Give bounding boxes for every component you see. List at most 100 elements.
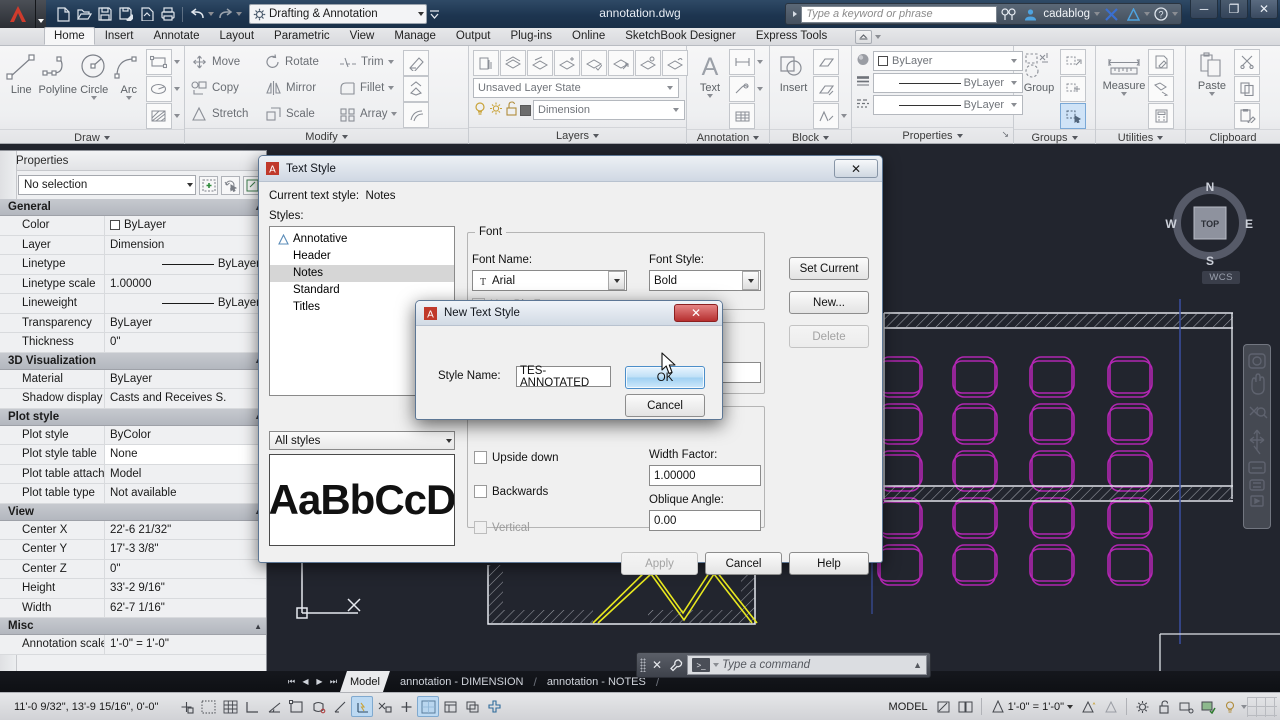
style-item-annotative[interactable]: Annotative (270, 231, 454, 248)
object-color-combo[interactable]: ByLayer (873, 51, 1023, 71)
property-value[interactable]: Model (105, 464, 266, 483)
snap-mode-icon[interactable] (197, 696, 219, 717)
ok-button[interactable]: OK (625, 366, 705, 389)
grid-display-icon[interactable] (219, 696, 241, 717)
status-bar-resize-grip[interactable] (1247, 696, 1277, 717)
annotation-text-button[interactable]: A Text (691, 49, 729, 98)
undo-icon[interactable] (187, 4, 207, 24)
current-layer-caret-icon[interactable] (669, 108, 682, 112)
tab-parametric[interactable]: Parametric (264, 27, 340, 45)
misc-collapse-icon[interactable]: ▲ (254, 622, 262, 631)
define-attribute-caret-icon[interactable] (841, 114, 847, 118)
property-row-thickness[interactable]: Thickness 0" (0, 333, 266, 353)
property-value[interactable]: 33'-2 9/16" (105, 579, 266, 598)
close-button[interactable]: ✕ (1250, 0, 1278, 19)
isolate-objects-icon[interactable] (1175, 696, 1197, 717)
panel-groups-caret-icon[interactable] (1071, 136, 1078, 140)
autodesk-360-icon[interactable] (1122, 4, 1144, 24)
edit-block-icon[interactable] (813, 76, 839, 102)
linetype-combo[interactable]: ByLayer (873, 95, 1023, 115)
modify-trim-button[interactable]: Trim (337, 50, 403, 74)
add-selected-icon[interactable] (1148, 76, 1174, 102)
property-row-linetype-scale[interactable]: Linetype scale 1.00000 (0, 274, 266, 294)
user-name[interactable]: cadablog (1041, 8, 1094, 20)
property-row-plot-style-table[interactable]: Plot style table None (0, 445, 266, 465)
erase-icon[interactable] (403, 50, 429, 76)
oblique-angle-input[interactable]: 0.00 (649, 510, 761, 531)
undo-caret[interactable] (208, 12, 214, 16)
draw-arc-caret-icon[interactable] (125, 96, 132, 100)
tab-annotate[interactable]: Annotate (143, 27, 209, 45)
panel-draw-caret-icon[interactable] (103, 136, 110, 140)
model-space-label[interactable]: MODEL (884, 701, 933, 713)
infocenter-expand-icon[interactable] (789, 11, 801, 17)
ungroup-icon[interactable] (1060, 49, 1086, 75)
panel-groups-title[interactable]: Groups (1014, 129, 1095, 146)
utilities-measure-caret-icon[interactable] (1121, 92, 1127, 96)
text-style-close-button[interactable]: ✕ (834, 159, 878, 178)
offset-icon[interactable] (403, 102, 429, 128)
property-row-layer[interactable]: Layer Dimension (0, 235, 266, 255)
layer-on-icon[interactable] (473, 101, 487, 119)
property-row-plot-table-type[interactable]: Plot table type Not available (0, 484, 266, 504)
new-text-style-titlebar[interactable]: A New Text Style ✕ (416, 301, 722, 326)
layout-viewport-icon[interactable] (955, 696, 977, 717)
plot-preview-icon[interactable] (137, 4, 157, 24)
command-input[interactable]: >_ Type a command ▲ (687, 655, 927, 675)
delete-style-button[interactable]: Delete (789, 325, 869, 348)
panel-modify-caret-icon[interactable] (341, 135, 348, 139)
draw-line-button[interactable]: Line (4, 49, 38, 96)
command-customize-icon[interactable] (668, 658, 684, 672)
object-snap-icon[interactable] (285, 696, 307, 717)
layer-make-current-icon[interactable] (581, 50, 607, 76)
tab-view[interactable]: View (340, 27, 385, 45)
panel-block-caret-icon[interactable] (822, 136, 829, 140)
redo-icon[interactable] (215, 4, 235, 24)
command-expand-icon[interactable]: ▲ (913, 660, 922, 670)
property-row-shadow-display[interactable]: Shadow display Casts and Receives S. (0, 389, 266, 409)
panel-utilities-caret-icon[interactable] (1157, 136, 1164, 140)
workspace-switcher[interactable]: Drafting & Annotation (249, 4, 427, 24)
property-value[interactable]: Dimension (105, 235, 266, 254)
wcs-label[interactable]: WCS (1202, 271, 1240, 284)
polar-tracking-icon[interactable] (263, 696, 285, 717)
clipboard-paste-button[interactable]: Paste (1190, 49, 1234, 96)
layer-state-caret-icon[interactable] (663, 86, 676, 90)
tab-output[interactable]: Output (446, 27, 501, 45)
tab-online[interactable]: Online (562, 27, 615, 45)
layer-state-combo[interactable]: Unsaved Layer State (473, 78, 679, 98)
dimension-caret-icon[interactable] (757, 60, 763, 64)
modify-array-caret-icon[interactable] (391, 112, 398, 116)
properties-dialog-launcher-icon[interactable]: ↘ (1001, 126, 1009, 142)
qat-overflow-icon[interactable] (427, 9, 441, 19)
transparency-icon[interactable] (417, 696, 439, 717)
property-row-color[interactable]: Color ByLayer (0, 216, 266, 236)
property-group-3d-visualization[interactable]: 3D Visualization ▲ (0, 352, 266, 370)
modify-scale-button[interactable]: Scale (263, 102, 337, 126)
quick-properties-icon[interactable] (439, 696, 461, 717)
layer-thaw-sun-icon[interactable] (489, 101, 503, 119)
annotation-scale-control[interactable]: 1'-0" = 1'-0" (986, 697, 1078, 717)
property-value[interactable]: ByLayer (105, 294, 266, 313)
save-as-icon[interactable] (116, 4, 136, 24)
search-icon[interactable] (997, 4, 1019, 24)
ellipse-caret-icon[interactable] (173, 87, 180, 91)
property-value[interactable]: ByLayer (105, 313, 266, 332)
style-item-header[interactable]: Header (270, 248, 454, 265)
command-line-grip-icon[interactable] (640, 658, 646, 672)
property-row-lineweight[interactable]: Lineweight ByLayer (0, 294, 266, 314)
property-value[interactable]: Not available (105, 484, 266, 503)
layer-isolate-icon[interactable] (500, 50, 526, 76)
layer-off-icon[interactable] (554, 50, 580, 76)
object-snap-tracking-icon[interactable] (329, 696, 351, 717)
property-group-plot-style[interactable]: Plot style ▲ (0, 408, 266, 426)
infer-constraints-icon[interactable] (175, 696, 197, 717)
panel-utilities-title[interactable]: Utilities (1096, 129, 1185, 146)
text-style-dialog-titlebar[interactable]: A Text Style ✕ (259, 156, 882, 182)
property-value[interactable]: 17'-3 3/8" (105, 540, 266, 559)
panel-annotation-title[interactable]: Annotation (687, 129, 769, 146)
modify-mirror-button[interactable]: Mirror (263, 76, 337, 100)
property-group-misc[interactable]: Misc ▲ (0, 618, 266, 635)
clean-screen-icon[interactable] (1219, 696, 1241, 717)
property-row-width[interactable]: Width 62'-7 1/16" (0, 598, 266, 618)
